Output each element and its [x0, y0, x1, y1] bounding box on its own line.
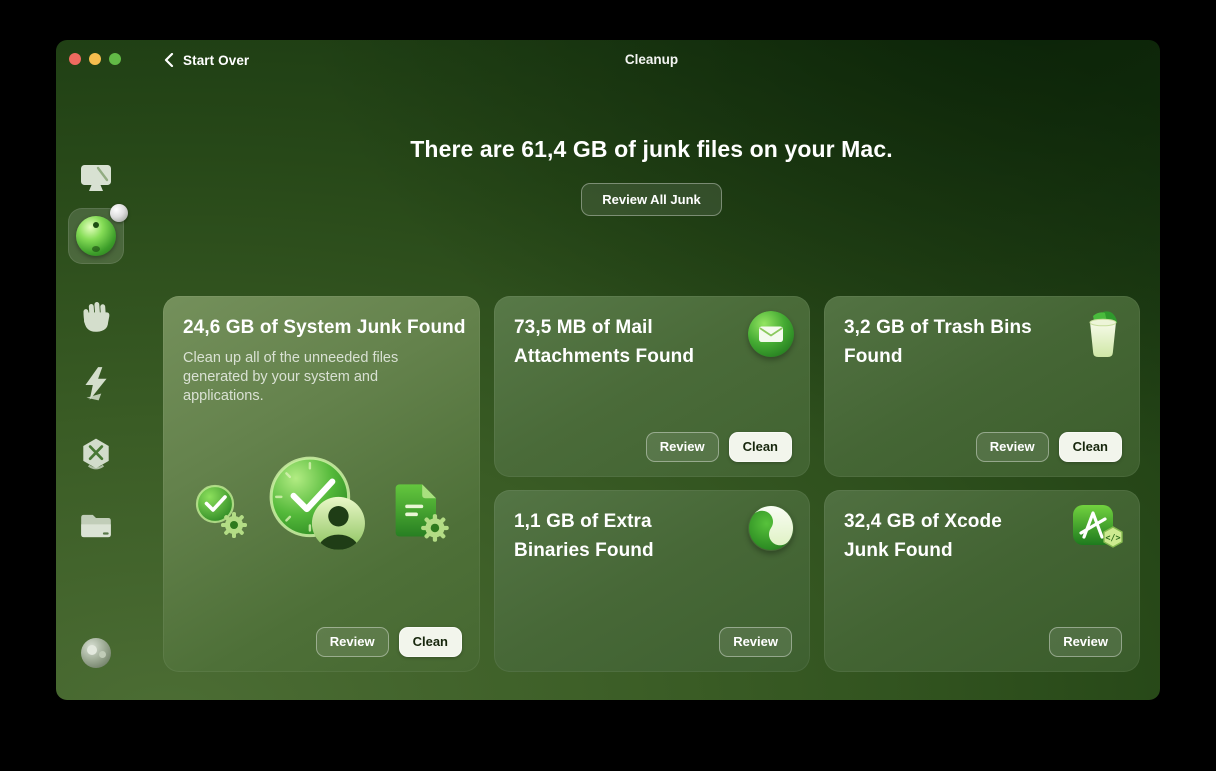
sidebar-item-cleanup[interactable]: [68, 204, 128, 264]
clock-gear-icon: [195, 484, 247, 538]
hand-icon: [83, 302, 110, 332]
app-window: Start Over Cleanup There are 61,4 GB of …: [56, 40, 1160, 700]
card-description: Clean up all of the unneeded files gener…: [183, 350, 399, 404]
sidebar-item-performance[interactable]: [68, 356, 124, 412]
mail-envelope-icon: [748, 311, 794, 357]
review-button[interactable]: Review: [645, 432, 719, 462]
clock-user-icon: [269, 456, 365, 550]
hexagon-x-icon: [83, 438, 109, 470]
sidebar-item-protection[interactable]: [68, 290, 124, 346]
document-gear-icon: [395, 484, 449, 542]
window-title: Cleanup: [624, 52, 679, 67]
cleanup-ball-icon: [76, 216, 116, 256]
cleanup-cards-grid: 24,6 GB of System Junk Found Clean up al…: [163, 296, 1140, 672]
review-button[interactable]: Review: [315, 627, 389, 657]
svg-text:</>: </>: [1105, 534, 1120, 544]
clean-button[interactable]: Clean: [398, 627, 462, 657]
assistant-button[interactable]: [68, 638, 124, 668]
lightning-icon: [85, 367, 107, 401]
sidebar-item-smart-scan[interactable]: [68, 150, 124, 206]
card-system-junk[interactable]: 24,6 GB of System Junk Found Clean up al…: [163, 296, 480, 672]
card-trash-bins[interactable]: 3,2 GB of Trash Bins Found Review Clean: [824, 296, 1140, 477]
sphere-dots-icon: [81, 638, 111, 668]
folder-icon: [81, 514, 111, 538]
notification-badge: [110, 204, 128, 222]
junk-summary-heading: There are 61,4 GB of junk files on your …: [410, 136, 893, 162]
minimize-button[interactable]: [89, 53, 101, 65]
sidebar-item-files[interactable]: [68, 498, 124, 554]
review-button[interactable]: Review: [719, 627, 792, 657]
traffic-lights: [69, 53, 121, 65]
card-mail-attachments[interactable]: 73,5 MB of Mail Attachments Found Review…: [494, 296, 810, 477]
review-all-junk-button[interactable]: Review All Junk: [581, 183, 722, 216]
trash-bin-icon: [1089, 311, 1117, 357]
mac-display-icon: [81, 164, 111, 191]
card-title: 24,6 GB of System Junk Found: [183, 317, 466, 338]
sidebar-item-applications[interactable]: [68, 427, 124, 483]
zoom-button[interactable]: [109, 53, 121, 65]
clean-button[interactable]: Clean: [728, 432, 792, 462]
card-extra-binaries[interactable]: 1,1 GB of Extra Binaries Found Review: [494, 490, 810, 672]
card-title: 3,2 GB of Trash Bins Found: [844, 317, 1032, 367]
close-button[interactable]: [69, 53, 81, 65]
xcode-hammer-icon: </>: [1073, 505, 1123, 548]
review-button[interactable]: Review: [1049, 627, 1122, 657]
review-button[interactable]: Review: [975, 432, 1049, 462]
clean-button[interactable]: Clean: [1058, 432, 1122, 462]
yin-yang-circle-icon: [749, 506, 793, 550]
card-xcode-junk[interactable]: 32,4 GB of Xcode Junk Found </> Review: [824, 490, 1140, 672]
